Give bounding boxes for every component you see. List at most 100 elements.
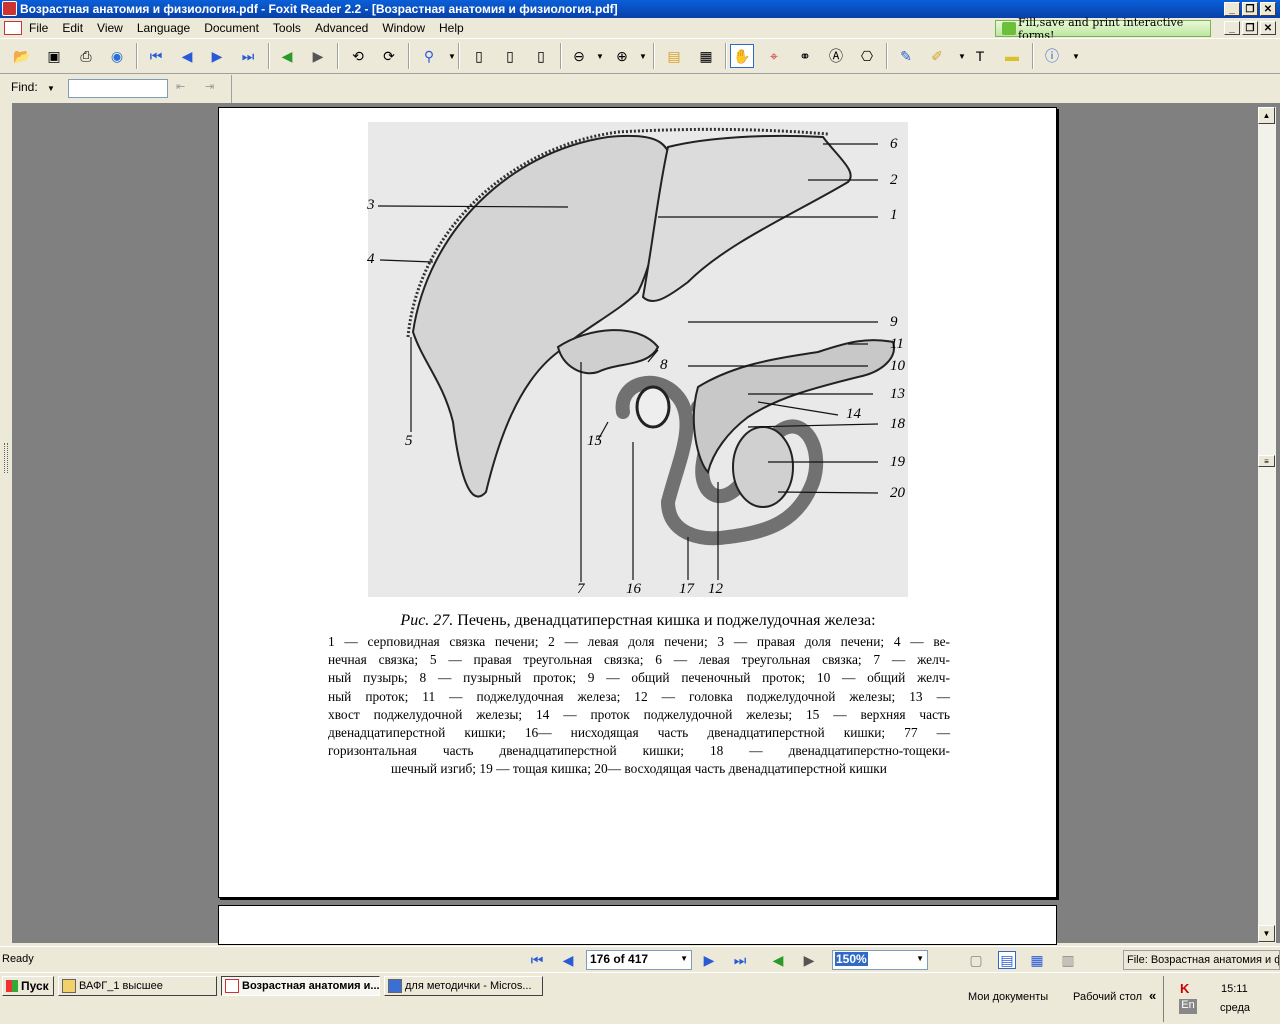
next-page-icon[interactable]: ▶	[205, 44, 229, 68]
doc-minimize-icon[interactable]: _	[1224, 21, 1240, 35]
status-next-page-icon[interactable]: ▶	[700, 951, 718, 969]
find-options-dropdown-icon[interactable]: ▼	[47, 84, 55, 93]
status-forward-icon[interactable]: ▶	[800, 951, 818, 969]
language-indicator[interactable]: En	[1179, 999, 1197, 1014]
zoom-dropdown-icon[interactable]: ▼	[440, 44, 464, 68]
form-icon[interactable]: ✎	[894, 44, 918, 68]
window-title: Возрастная анатомия и физиология.pdf - F…	[20, 2, 618, 16]
taskbar-item-foxit[interactable]: Возрастная анатомия и...	[221, 976, 380, 996]
select-text-icon[interactable]: ⌖	[762, 44, 786, 68]
scroll-down-icon[interactable]: ▼	[1258, 925, 1275, 942]
start-button[interactable]: Пуск	[2, 976, 54, 996]
status-first-page-icon[interactable]: ⏮	[528, 951, 546, 969]
menu-window[interactable]: Window	[375, 18, 432, 38]
chevron-left-icon[interactable]: «	[1149, 988, 1156, 1003]
fit-width-icon[interactable]: ▯	[529, 44, 553, 68]
zoom-out-dropdown-icon[interactable]: ▼	[588, 44, 612, 68]
find-next-icon[interactable]: ⇥	[205, 80, 223, 96]
figure-label: 9	[890, 314, 898, 330]
start-label: Пуск	[21, 979, 49, 993]
continuous-facing-icon[interactable]: ▥	[1059, 951, 1077, 969]
menu-edit[interactable]: Edit	[55, 18, 90, 38]
highlight-icon[interactable]: ✐	[925, 44, 949, 68]
panel-grip-icon[interactable]	[4, 443, 8, 473]
menu-tools[interactable]: Tools	[266, 18, 308, 38]
note-icon[interactable]: ▬	[1000, 44, 1024, 68]
pdf-next-page[interactable]	[218, 905, 1057, 945]
menu-file[interactable]: File	[22, 18, 55, 38]
kaspersky-icon[interactable]: K	[1180, 981, 1194, 996]
info-icon[interactable]: ⓘ	[1040, 44, 1064, 68]
previous-page-icon[interactable]: ◀	[175, 44, 199, 68]
close-icon[interactable]: ✕	[1260, 2, 1276, 16]
menu-language[interactable]: Language	[130, 18, 197, 38]
status-back-icon[interactable]: ◀	[769, 951, 787, 969]
toolbar-my-documents[interactable]: Мои документы	[968, 991, 1048, 1003]
menu-help[interactable]: Help	[432, 18, 471, 38]
find-label: Find: ▼	[11, 80, 55, 94]
last-page-icon[interactable]: ⏭	[236, 44, 260, 68]
scrollbar-thumb[interactable]: ≡	[1258, 455, 1275, 467]
thumbnails-icon[interactable]: ▦	[694, 44, 718, 68]
email-icon[interactable]: ◉	[105, 44, 129, 68]
menu-document[interactable]: Document	[197, 18, 266, 38]
scroll-up-icon[interactable]: ▲	[1258, 107, 1275, 124]
clock[interactable]: 15:11	[1221, 983, 1248, 995]
caption-line: ный пузырь; 8 — пузырный проток; 9 — общ…	[328, 670, 950, 686]
menu-view[interactable]: View	[90, 18, 130, 38]
fit-page-icon[interactable]: ▯	[498, 44, 522, 68]
figure-label: 12	[708, 581, 723, 597]
zoom-in-dropdown-icon[interactable]: ▼	[631, 44, 655, 68]
vertical-scrollbar[interactable]: ▲ ≡ ▼	[1258, 107, 1276, 943]
page-indicator: 176 of 417	[590, 952, 649, 966]
find-icon[interactable]: ⚭	[793, 44, 817, 68]
foxit-app-icon[interactable]	[2, 1, 17, 16]
open-icon[interactable]: 📂	[10, 44, 34, 68]
save-icon[interactable]: ▣	[42, 44, 66, 68]
navigation-panel-collapsed[interactable]	[0, 103, 13, 943]
info-dropdown-icon[interactable]: ▼	[1064, 44, 1088, 68]
typewriter-icon[interactable]: T	[968, 44, 992, 68]
minimize-icon[interactable]: _	[1224, 2, 1240, 16]
restore-icon[interactable]: ❐	[1242, 2, 1258, 16]
actual-size-icon[interactable]: ▯	[467, 44, 491, 68]
promo-banner[interactable]: Fill,save and print interactive forms!	[995, 16, 1211, 42]
zoom-select-dropdown-icon[interactable]: ▼	[916, 954, 924, 963]
windows-logo-icon	[6, 980, 18, 992]
menu-advanced[interactable]: Advanced	[308, 18, 375, 38]
figure-caption-legend: 1 — серповидная связка печени; 2 — левая…	[328, 633, 950, 779]
snapshot-icon[interactable]: ⎔	[855, 44, 879, 68]
document-icon[interactable]	[4, 21, 22, 35]
page-number-field[interactable]: 176 of 417 ▼	[586, 950, 692, 970]
doc-close-icon[interactable]: ✕	[1260, 21, 1276, 35]
caption-line: 1 — серповидная связка печени; 2 — левая…	[328, 634, 950, 649]
find-previous-icon[interactable]: ⇤	[176, 80, 194, 96]
word-icon	[388, 979, 402, 993]
snapshot-text-icon[interactable]: Ⓐ	[824, 44, 848, 68]
doc-restore-icon[interactable]: ❐	[1242, 21, 1258, 35]
go-back-icon[interactable]: ◀	[275, 44, 299, 68]
zoom-tool-icon[interactable]: ⚲	[417, 44, 441, 68]
rotate-left-icon[interactable]: ⟲	[346, 44, 370, 68]
find-input[interactable]	[68, 79, 168, 98]
status-last-page-icon[interactable]: ⏭	[731, 951, 749, 969]
taskbar-item-folder[interactable]: ВАФГ_1 высшее	[58, 976, 217, 996]
anatomy-illustration	[368, 122, 908, 597]
single-page-icon[interactable]: ▢	[967, 951, 985, 969]
go-forward-icon[interactable]: ▶	[306, 44, 330, 68]
facing-page-icon[interactable]: ▦	[1028, 951, 1046, 969]
page-dropdown-icon[interactable]: ▼	[680, 954, 688, 963]
figure-label: 2	[890, 172, 898, 188]
rotate-right-icon[interactable]: ⟳	[377, 44, 401, 68]
hand-tool-icon[interactable]: ✋	[730, 44, 754, 68]
zoom-field[interactable]: 150% ▼	[832, 950, 928, 970]
taskbar-item-word[interactable]: для методички - Micros...	[384, 976, 543, 996]
first-page-icon[interactable]: ⏮	[144, 44, 168, 68]
print-icon[interactable]: ⎙	[74, 44, 98, 68]
continuous-page-icon[interactable]: ▤	[998, 951, 1016, 969]
zoom-value: 150%	[835, 952, 868, 966]
status-previous-page-icon[interactable]: ◀	[559, 951, 577, 969]
figure-label: 15	[587, 433, 602, 449]
toolbar-desktop[interactable]: Рабочий стол	[1073, 991, 1142, 1003]
bookmarks-icon[interactable]: ▤	[662, 44, 686, 68]
